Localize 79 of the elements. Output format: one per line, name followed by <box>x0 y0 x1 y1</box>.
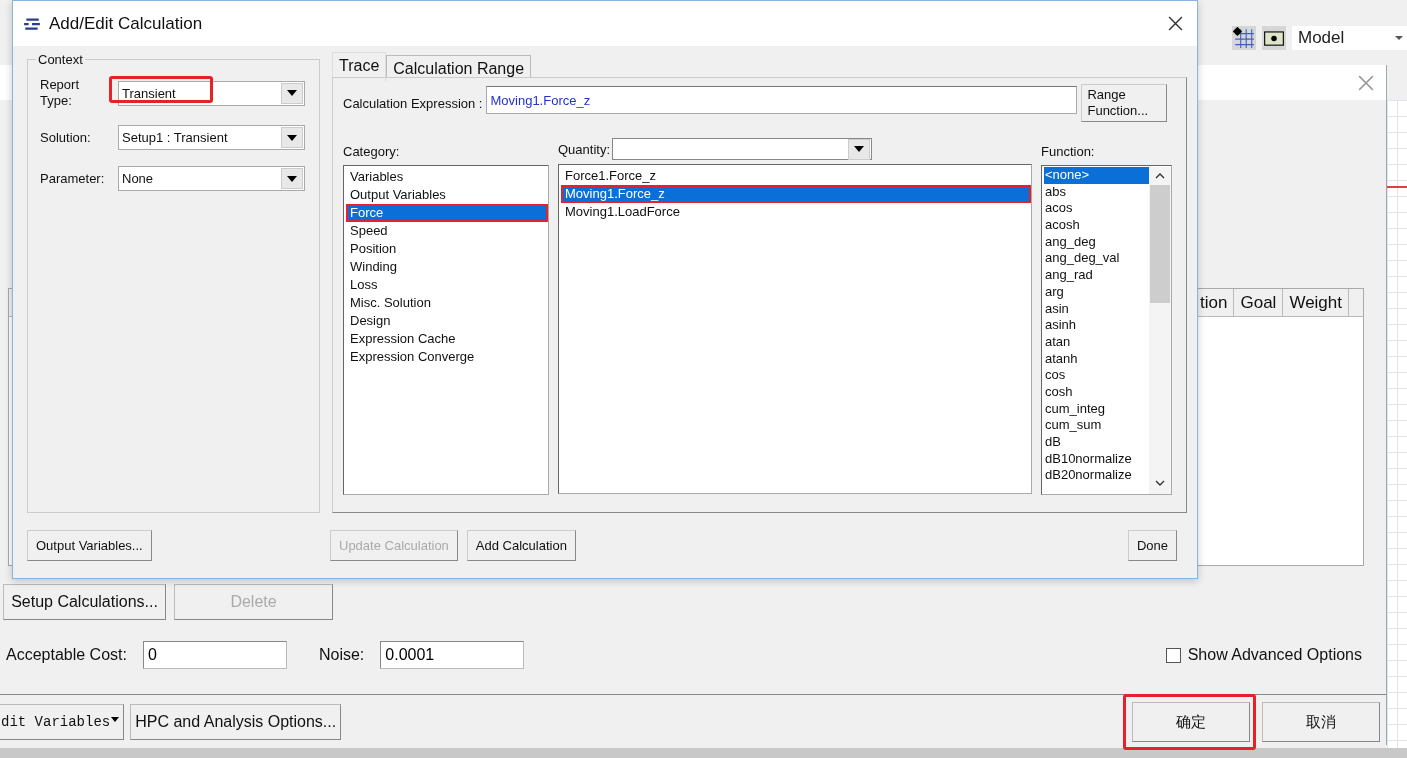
list-item[interactable]: asin <box>1044 300 1149 318</box>
field-label: Calculation Expression : <box>343 95 483 111</box>
list-item[interactable]: Winding <box>346 258 548 276</box>
list-item[interactable]: Variables <box>346 168 548 186</box>
list-item[interactable]: Force <box>346 204 548 222</box>
checkbox[interactable] <box>1165 647 1181 663</box>
list-item[interactable]: Output Variables <box>346 186 548 204</box>
list-item[interactable]: Speed <box>346 222 548 240</box>
cancel-button[interactable]: 取消 <box>1262 702 1380 742</box>
list-item[interactable]: asinh <box>1044 317 1149 334</box>
view-dropdown[interactable]: Model <box>1292 26 1407 50</box>
checkbox-label: Show Advanced Options <box>1187 646 1362 664</box>
field-label: Report Type: <box>40 77 81 109</box>
list-item[interactable]: Expression Converge <box>346 348 548 366</box>
ok-button[interactable]: 确定 <box>1132 702 1250 742</box>
number-field[interactable]: 0.0001 <box>380 641 525 669</box>
list-item[interactable]: Position <box>346 240 548 258</box>
column-header[interactable]: Goal <box>1234 289 1284 316</box>
list-item[interactable]: Loss <box>346 276 548 294</box>
caret-icon <box>854 146 865 152</box>
options-button[interactable]: HPC and Analysis Options... <box>130 704 342 740</box>
field-label: Solution: <box>40 129 92 146</box>
list-item[interactable]: ang_deg <box>1044 233 1149 251</box>
scrollbar[interactable] <box>1149 167 1171 494</box>
list-item[interactable]: Moving1.Force_z <box>561 185 1031 203</box>
caret-icon <box>287 134 297 141</box>
list-item[interactable]: dB20normalize <box>1044 467 1149 485</box>
list-item[interactable]: ang_rad <box>1044 267 1149 284</box>
list-item[interactable]: cum_sum <box>1044 417 1149 434</box>
list-label: Function: <box>1041 144 1096 159</box>
column-header[interactable]: Weight <box>1283 289 1349 316</box>
number-field[interactable]: 0 <box>142 641 287 669</box>
grid-icon[interactable] <box>1232 26 1256 50</box>
scroll-down-icon[interactable] <box>1155 480 1165 486</box>
range-function-button[interactable]: Range Function... <box>1081 84 1168 122</box>
field-label: Noise: <box>318 646 365 664</box>
dropdown[interactable]: Setup1 : Transient <box>118 125 305 150</box>
list-item[interactable]: Moving1.LoadForce <box>561 203 1031 221</box>
dropdown[interactable]: None <box>118 166 305 191</box>
dropdown[interactable]: Transient <box>118 80 305 106</box>
scroll-up-icon[interactable] <box>1155 173 1165 179</box>
frame-icon[interactable] <box>1262 26 1286 50</box>
list-label: Category: <box>343 144 401 159</box>
list-item[interactable]: acosh <box>1044 217 1149 234</box>
list-item[interactable]: atanh <box>1044 350 1149 368</box>
group-title: Context <box>37 52 84 67</box>
caret-icon <box>287 175 297 182</box>
list-item[interactable]: cos <box>1044 367 1149 384</box>
list-item[interactable]: Design <box>346 312 548 330</box>
filter-dropdown[interactable] <box>612 138 873 160</box>
calculation-icon <box>23 16 41 31</box>
caret-icon <box>287 90 297 96</box>
list-item[interactable]: cum_integ <box>1044 400 1149 418</box>
list-item[interactable]: acos <box>1044 200 1149 218</box>
list-item[interactable]: cosh <box>1044 383 1149 401</box>
list-item[interactable]: atan <box>1044 333 1149 351</box>
list-item[interactable]: Force1.Force_z <box>561 167 1031 185</box>
field-label: Acceptable Cost: <box>6 646 127 664</box>
list-label: Quantity: <box>558 141 611 157</box>
list-item[interactable]: abs <box>1044 183 1149 201</box>
plot-line-icon <box>1387 186 1407 188</box>
add-calculation-button[interactable]: Add Calculation <box>466 530 576 561</box>
close-icon[interactable] <box>1168 16 1183 31</box>
tab[interactable]: Calculation Range <box>386 55 532 77</box>
output-variables-button[interactable]: Output Variables... <box>27 530 152 561</box>
variables-menu-button[interactable]: dit Variables <box>0 704 125 740</box>
list-item[interactable]: dB <box>1044 434 1149 451</box>
list-item[interactable]: ang_deg_val <box>1044 250 1149 268</box>
list-item[interactable]: dB10normalize <box>1044 450 1149 468</box>
list-item[interactable]: Expression Cache <box>346 330 548 348</box>
list-item[interactable]: Misc. Solution <box>346 294 548 312</box>
expression-field[interactable]: Moving1.Force_z <box>486 86 1078 114</box>
caret-icon <box>111 716 120 722</box>
setup-calculations-button[interactable]: Setup Calculations... <box>3 584 166 620</box>
list-item[interactable]: arg <box>1044 283 1149 301</box>
list-item[interactable]: <none> <box>1044 167 1149 184</box>
window-title: Add/Edit Calculation <box>49 13 203 34</box>
done-button[interactable]: Done <box>1127 530 1177 561</box>
tab[interactable]: Trace <box>332 52 387 81</box>
